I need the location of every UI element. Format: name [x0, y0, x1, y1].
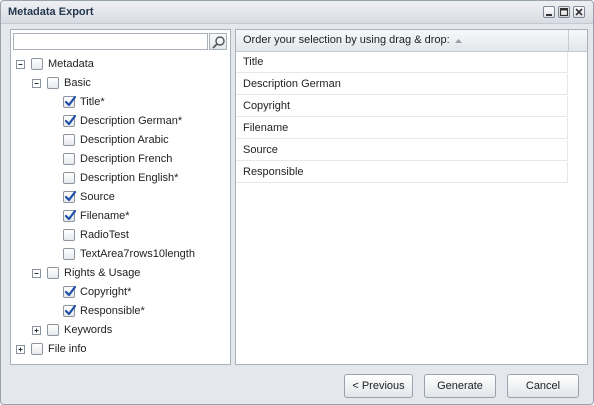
cancel-button[interactable]: Cancel [507, 374, 579, 398]
node-checkbox[interactable] [63, 209, 77, 222]
metadata-export-dialog: Metadata Export Metadata Basic Title* Descr… [0, 0, 594, 405]
check-icon [64, 304, 77, 316]
tree-node-label: Copyright* [80, 286, 132, 298]
close-button[interactable] [573, 6, 585, 18]
node-checkbox[interactable] [31, 343, 43, 355]
tree-node-label: Filename* [80, 210, 130, 222]
tree-node-label: Responsible* [80, 305, 145, 317]
title-bar[interactable]: Metadata Export [1, 1, 593, 24]
tree-node[interactable]: Description French [11, 150, 230, 169]
check-icon [64, 190, 77, 202]
grid-row[interactable]: Description German [236, 74, 568, 95]
tree-node-label: Rights & Usage [64, 267, 141, 279]
search-icon [212, 36, 225, 49]
grid-row-label: Copyright [243, 100, 291, 112]
previous-button[interactable]: < Previous [344, 374, 413, 398]
tree-node-label: RadioTest [80, 229, 129, 241]
node-checkbox[interactable] [63, 134, 75, 146]
tree-node[interactable]: File info [11, 340, 230, 359]
node-checkbox[interactable] [63, 248, 75, 260]
tree-node-label: Metadata [48, 58, 94, 70]
node-checkbox[interactable] [63, 190, 77, 203]
tree-node[interactable]: Source [11, 188, 230, 207]
node-checkbox[interactable] [63, 95, 77, 108]
minimize-icon [546, 14, 552, 16]
node-checkbox[interactable] [63, 114, 77, 127]
tree-node[interactable]: Metadata [11, 55, 230, 74]
grid-row-label: Title [243, 56, 264, 68]
node-checkbox[interactable] [63, 153, 75, 165]
tree-node[interactable]: Description Arabic [11, 131, 230, 150]
node-checkbox[interactable] [63, 285, 77, 298]
grid-row-label: Filename [243, 122, 289, 134]
tree-node-label: Keywords [64, 324, 113, 336]
node-checkbox[interactable] [47, 77, 59, 89]
grid-header[interactable]: Order your selection by using drag & dro… [236, 30, 569, 52]
tree-node[interactable]: Copyright* [11, 283, 230, 302]
metadata-tree-panel: Metadata Basic Title* Description German* De… [10, 29, 231, 365]
close-icon [575, 8, 583, 16]
generate-button[interactable]: Generate [424, 374, 496, 398]
grid-row-label: Description German [243, 78, 341, 90]
collapse-icon[interactable] [32, 79, 41, 88]
node-checkbox[interactable] [47, 324, 59, 336]
grid-row[interactable]: Title [236, 52, 568, 73]
node-checkbox[interactable] [63, 304, 77, 317]
tree-node[interactable]: Keywords [11, 321, 230, 340]
tree-node[interactable]: RadioTest [11, 226, 230, 245]
check-icon [64, 209, 77, 221]
grid-row[interactable]: Filename [236, 118, 568, 139]
tree-node-label: TextArea7rows10length [80, 248, 195, 260]
node-checkbox[interactable] [63, 229, 75, 241]
expand-icon[interactable] [16, 345, 25, 354]
sort-asc-icon [455, 39, 462, 43]
collapse-icon[interactable] [32, 269, 41, 278]
grid-row[interactable]: Source [236, 140, 568, 161]
expand-icon[interactable] [32, 326, 41, 335]
grid-row-label: Source [243, 144, 278, 156]
tree-node-label: Description Arabic [80, 134, 169, 146]
search-button[interactable] [209, 33, 227, 50]
search-input[interactable] [13, 33, 208, 50]
tree-node[interactable]: Filename* [11, 207, 230, 226]
tree-node[interactable]: Rights & Usage [11, 264, 230, 283]
grid-row[interactable]: Responsible [236, 162, 568, 183]
maximize-icon [559, 7, 569, 17]
minimize-button[interactable] [543, 6, 555, 18]
tree-node-label: Description French [80, 153, 173, 165]
check-icon [64, 285, 77, 297]
selection-order-panel: Order your selection by using drag & dro… [235, 29, 588, 365]
tree-node[interactable]: TextArea7rows10length [11, 245, 230, 264]
node-checkbox[interactable] [47, 267, 59, 279]
tree-node-label: File info [48, 343, 87, 355]
tree-node-label: Title* [80, 96, 105, 108]
maximize-button[interactable] [558, 6, 570, 18]
tree-node[interactable]: Title* [11, 93, 230, 112]
tree-node[interactable]: Basic [11, 74, 230, 93]
tree-node-label: Source [80, 191, 115, 203]
node-checkbox[interactable] [31, 58, 43, 70]
grid-header-filler [569, 30, 587, 52]
check-icon [64, 95, 77, 107]
tree-node-label: Basic [64, 77, 91, 89]
tree-node[interactable]: Responsible* [11, 302, 230, 321]
dialog-title: Metadata Export [8, 6, 94, 18]
tree-node[interactable]: Description English* [11, 169, 230, 188]
grid-row-label: Responsible [243, 166, 304, 178]
tree-node-label: Description German* [80, 115, 183, 127]
collapse-icon[interactable] [16, 60, 25, 69]
tree-node[interactable]: Description German* [11, 112, 230, 131]
check-icon [64, 114, 77, 126]
tree-node-label: Description English* [80, 172, 179, 184]
grid-header-label: Order your selection by using drag & dro… [243, 34, 450, 46]
node-checkbox[interactable] [63, 172, 75, 184]
grid-row[interactable]: Copyright [236, 96, 568, 117]
